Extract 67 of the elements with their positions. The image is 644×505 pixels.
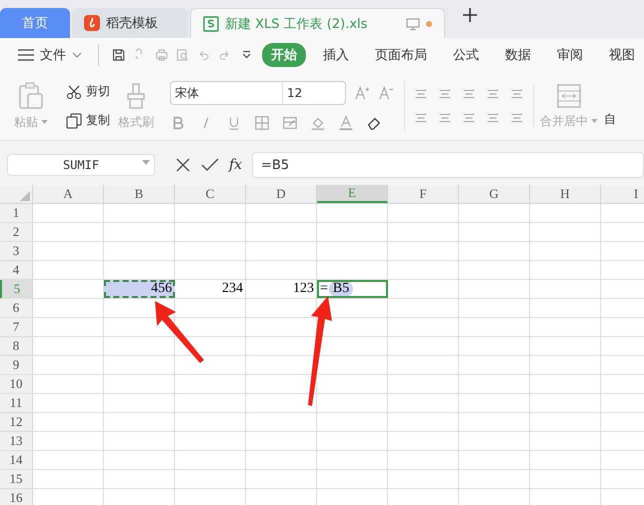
column-header[interactable]: C <box>175 185 246 203</box>
insert-function-button[interactable]: fx <box>229 157 242 173</box>
chevron-down-icon <box>72 52 82 58</box>
menu-icon <box>18 49 34 61</box>
file-menu[interactable]: 文件 <box>14 46 86 64</box>
row-header[interactable]: 10 <box>0 375 33 393</box>
row-header[interactable]: 7 <box>0 318 33 336</box>
row-header[interactable]: 1 <box>0 204 33 222</box>
caret-icon <box>591 119 598 123</box>
ribbon-tab[interactable]: 公式 <box>444 43 488 67</box>
new-tab-icon[interactable] <box>463 8 477 22</box>
monitor-icon[interactable] <box>406 16 420 30</box>
ribbon-tab[interactable]: 视图 <box>600 43 644 67</box>
row-header[interactable]: 9 <box>0 356 33 374</box>
cell-style-icon[interactable] <box>282 115 298 131</box>
formula-field[interactable]: =B5 <box>252 152 644 178</box>
flame-logo-icon <box>84 15 100 31</box>
increase-font-icon[interactable] <box>354 85 370 101</box>
ribbon-tab[interactable]: 审阅 <box>548 43 592 67</box>
clipboard-icon <box>18 82 44 110</box>
column-header[interactable]: G <box>459 185 530 203</box>
spreadsheet-file-icon <box>203 16 219 32</box>
toolbar-label[interactable]: 自 <box>604 110 616 128</box>
row-header[interactable]: 11 <box>0 394 33 412</box>
copied-cell[interactable]: 456 <box>104 280 175 298</box>
font-color-icon[interactable] <box>338 115 354 131</box>
column-header[interactable]: B <box>104 185 175 203</box>
row-header[interactable]: 12 <box>0 413 33 431</box>
column-header[interactable]: I <box>601 185 644 203</box>
ribbon-tab[interactable]: 插入 <box>314 43 358 67</box>
copy-icon <box>66 112 82 128</box>
borders-icon[interactable] <box>254 115 270 131</box>
row-header[interactable]: 14 <box>0 451 33 469</box>
cell-text: = <box>320 281 328 297</box>
row-header[interactable]: 6 <box>0 299 33 317</box>
row-header[interactable]: 8 <box>0 337 33 355</box>
caret-icon <box>41 120 48 124</box>
column-header[interactable]: F <box>388 185 459 203</box>
caret-icon[interactable] <box>142 160 150 165</box>
eraser-icon[interactable] <box>366 115 382 131</box>
fill-color-icon[interactable] <box>310 115 326 131</box>
row-header[interactable]: 16 <box>0 489 33 505</box>
cancel-icon[interactable] <box>175 157 191 173</box>
document-tab[interactable]: 稻壳模板 <box>72 8 188 38</box>
table-cell[interactable]: 234 <box>175 280 246 298</box>
column-header[interactable]: A <box>33 185 104 203</box>
row-header[interactable]: 2 <box>0 223 33 241</box>
name-box[interactable]: SUMIF <box>7 154 155 176</box>
ribbon-tab[interactable]: 数据 <box>496 43 540 67</box>
select-all-icon[interactable] <box>20 191 30 201</box>
cell-reference: B5 <box>328 281 354 297</box>
column-header[interactable]: H <box>530 185 601 203</box>
table-cell[interactable]: 123 <box>246 280 317 298</box>
decrease-font-icon[interactable] <box>378 85 394 101</box>
row-header[interactable]: 3 <box>0 242 33 260</box>
copy-button[interactable]: 复制 <box>62 110 114 131</box>
merge-cells-icon <box>556 82 582 108</box>
checkmark-icon[interactable] <box>201 157 219 173</box>
ribbon-tab[interactable]: 页面布局 <box>366 43 436 67</box>
annotation-arrow <box>155 301 204 363</box>
cut-button[interactable]: 剪切 <box>62 81 114 102</box>
paintbrush-icon <box>125 82 147 110</box>
row-header[interactable]: 15 <box>0 470 33 488</box>
row-header[interactable]: 13 <box>0 432 33 450</box>
row-header[interactable]: 4 <box>0 261 33 279</box>
scissors-icon <box>66 84 82 100</box>
editing-cell[interactable]: = B5 <box>317 280 388 298</box>
